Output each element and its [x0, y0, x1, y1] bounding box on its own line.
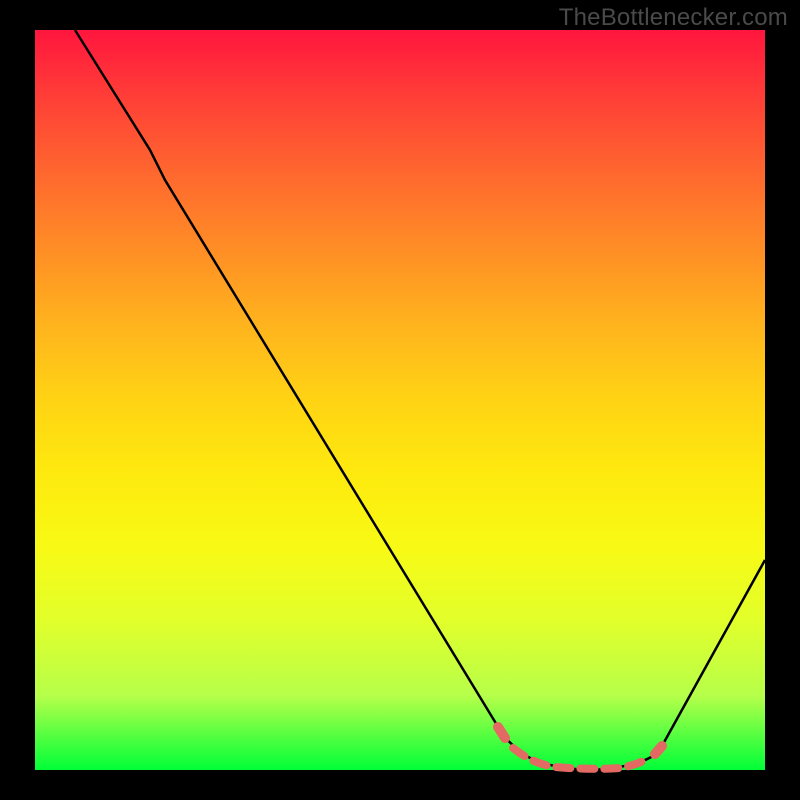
main-curve	[75, 30, 765, 770]
accent-segment-mid	[513, 748, 649, 769]
curve-layer	[35, 30, 765, 770]
watermark-text: TheBottlenecker.com	[559, 4, 788, 32]
chart-frame: TheBottlenecker.com	[0, 0, 800, 800]
accent-segment-right	[655, 746, 662, 754]
accent-segment-left	[498, 727, 505, 738]
